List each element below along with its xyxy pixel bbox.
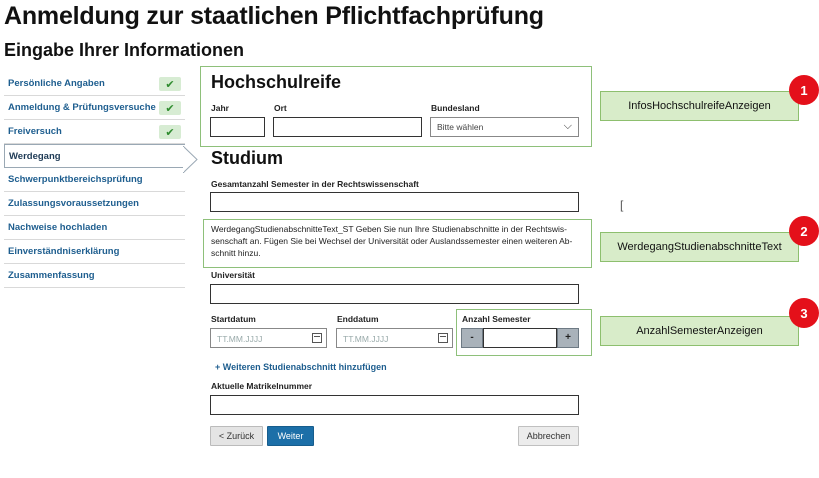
chevron-down-icon: ⌵ xyxy=(563,120,572,132)
annotation-badge-2: 2 xyxy=(789,216,819,246)
page-subtitle: Eingabe Ihrer Informationen xyxy=(4,40,245,60)
annotation-label-3: AnzahlSemesterAnzeigen xyxy=(600,316,799,346)
universitaet-label: Universität xyxy=(211,270,255,280)
jahr-input[interactable] xyxy=(210,117,265,137)
increment-button[interactable]: + xyxy=(557,328,579,348)
startdatum-input[interactable]: TT.MM.JJJJ xyxy=(210,328,327,348)
bundesland-selected: Bitte wählen xyxy=(437,122,484,132)
sidebar-item-label: Persönliche Angaben xyxy=(8,78,105,89)
anzahl-semester-input[interactable] xyxy=(483,328,557,348)
check-icon: ✔ xyxy=(159,77,181,91)
active-arrow-icon xyxy=(183,146,198,173)
check-icon: ✔ xyxy=(159,125,181,139)
hochschulreife-title: Hochschulreife xyxy=(211,72,342,92)
gesamt-semester-label: Gesamtanzahl Semester in der Rechtswisse… xyxy=(211,179,419,189)
ort-label: Ort xyxy=(274,103,287,113)
sidebar-item-label: Werdegang xyxy=(9,150,61,162)
enddatum-placeholder: TT.MM.JJJJ xyxy=(343,334,389,344)
text-cursor-icon: [ xyxy=(620,198,624,212)
annotation-badge-1: 1 xyxy=(789,75,819,105)
sidebar-item-schwerpunkt[interactable]: Schwerpunktbereichsprüfung xyxy=(4,168,185,192)
studienabschnitte-info-text: WerdegangStudienabschnitteText_ST Geben … xyxy=(211,224,573,258)
anzahl-semester-stepper: - + xyxy=(461,328,579,348)
bundesland-select[interactable]: Bitte wählen ⌵ xyxy=(430,117,579,137)
sidebar-item-zulassung[interactable]: Zulassungsvoraussetzungen xyxy=(4,192,185,216)
sidebar-item-label: Einverständniserklärung xyxy=(8,246,120,257)
sidebar-item-einverstaendnis[interactable]: Einverständniserklärung xyxy=(4,240,185,264)
sidebar-nav: Persönliche Angaben ✔ Anmeldung & Prüfun… xyxy=(4,72,185,288)
sidebar-item-label: Zulassungsvoraussetzungen xyxy=(8,198,139,209)
back-button[interactable]: < Zurück xyxy=(210,426,263,446)
calendar-icon[interactable] xyxy=(438,333,448,343)
cancel-button[interactable]: Abbrechen xyxy=(518,426,579,446)
add-studienabschnitt-link[interactable]: + Weiteren Studienabschnitt hinzufügen xyxy=(215,362,387,372)
sidebar-item-label: Nachweise hochladen xyxy=(8,222,108,233)
ort-input[interactable] xyxy=(273,117,422,137)
sidebar-item-label: Freiversuch xyxy=(8,126,62,137)
annotation-badge-3: 3 xyxy=(789,298,819,328)
sidebar-item-anmeldung[interactable]: Anmeldung & Prüfungsversuche ✔ xyxy=(4,96,185,120)
next-button[interactable]: Weiter xyxy=(267,426,314,446)
sidebar-item-werdegang[interactable]: Werdegang xyxy=(4,144,185,168)
annotation-label-1: InfosHochschulreifeAnzeigen xyxy=(600,91,799,121)
page-title: Anmeldung zur staatlichen Pflichtfachprü… xyxy=(4,2,544,30)
matrikel-label: Aktuelle Matrikelnummer xyxy=(211,381,313,391)
anzahl-semester-label: Anzahl Semester xyxy=(462,314,531,324)
gesamt-semester-input[interactable] xyxy=(210,192,579,212)
calendar-icon[interactable] xyxy=(312,333,322,343)
sidebar-item-label: Schwerpunktbereichsprüfung xyxy=(8,174,143,185)
universitaet-input[interactable] xyxy=(210,284,579,304)
sidebar-item-nachweise[interactable]: Nachweise hochladen xyxy=(4,216,185,240)
sidebar-item-persoenliche-angaben[interactable]: Persönliche Angaben ✔ xyxy=(4,72,185,96)
annotation-label-2: WerdegangStudienabschnitteText xyxy=(600,232,799,262)
studium-title: Studium xyxy=(211,148,283,168)
bundesland-label: Bundesland xyxy=(431,103,480,113)
matrikel-input[interactable] xyxy=(210,395,579,415)
startdatum-label: Startdatum xyxy=(211,314,256,324)
sidebar-item-label: Anmeldung & Prüfungsversuche xyxy=(8,102,156,113)
sidebar-item-freiversuch[interactable]: Freiversuch ✔ xyxy=(4,120,185,144)
sidebar-item-zusammenfassung[interactable]: Zusammenfassung xyxy=(4,264,185,288)
enddatum-input[interactable]: TT.MM.JJJJ xyxy=(336,328,453,348)
enddatum-label: Enddatum xyxy=(337,314,379,324)
sidebar-item-label: Zusammenfassung xyxy=(8,270,95,281)
jahr-label: Jahr xyxy=(211,103,229,113)
decrement-button[interactable]: - xyxy=(461,328,483,348)
startdatum-placeholder: TT.MM.JJJJ xyxy=(217,334,263,344)
check-icon: ✔ xyxy=(159,101,181,115)
